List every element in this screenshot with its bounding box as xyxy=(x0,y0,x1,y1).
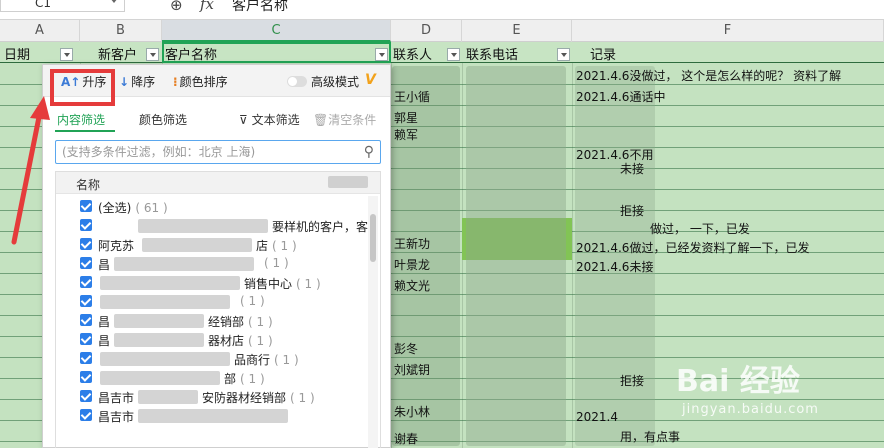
watermark-logo: Bai 经验 xyxy=(676,364,800,399)
watermark-url: jingyan.baidu.com xyxy=(682,402,819,417)
watermark: Bai 经验 jingyan.baidu.com xyxy=(676,356,876,426)
arrow-head xyxy=(30,96,50,120)
arrow-shaft xyxy=(11,109,43,245)
